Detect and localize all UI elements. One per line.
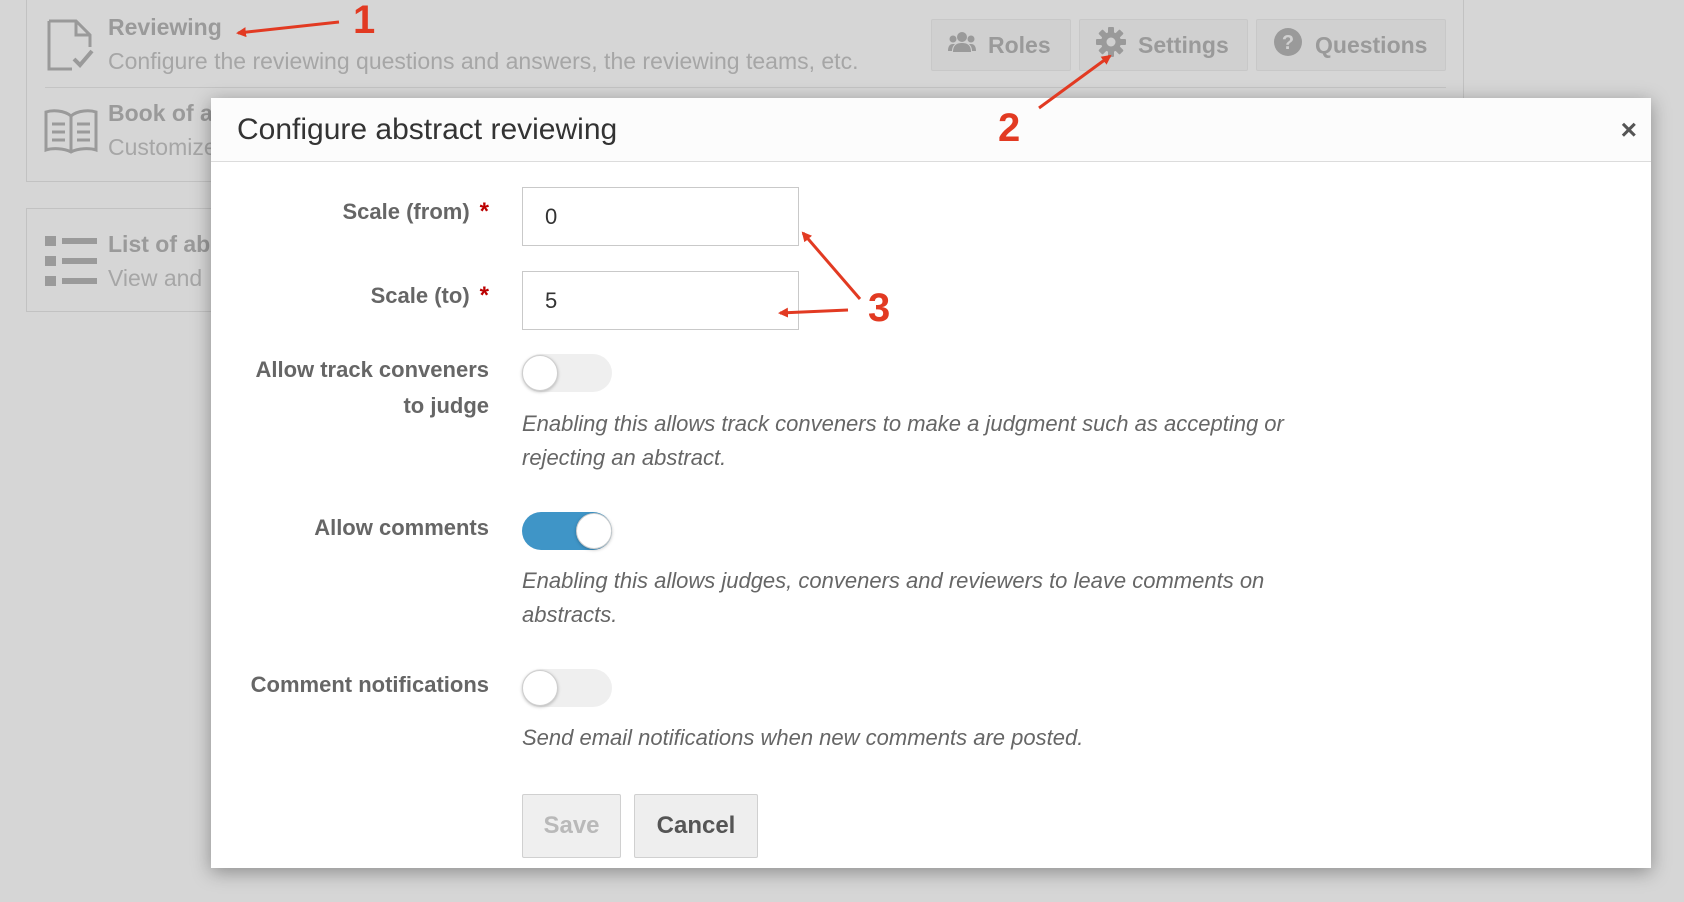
question-circle-icon: ?	[1273, 27, 1303, 63]
roles-label: Roles	[988, 31, 1051, 58]
questions-label: Questions	[1315, 31, 1428, 58]
roles-button[interactable]: Roles	[931, 19, 1071, 71]
required-marker: *	[479, 282, 489, 309]
comment-notifications-label: Comment notifications	[250, 672, 489, 697]
document-check-icon	[46, 19, 94, 76]
list-icon	[45, 236, 97, 291]
scale-to-label-text: Scale (to)	[370, 283, 470, 308]
reviewing-title[interactable]: Reviewing	[108, 14, 222, 41]
dialog-title: Configure abstract reviewing	[237, 113, 618, 146]
scale-from-input[interactable]	[522, 187, 799, 246]
annotation-label-1: 1	[353, 0, 376, 42]
abstract-list-title[interactable]: List of ab	[108, 231, 210, 258]
toggle-knob	[522, 355, 558, 391]
dialog-header: Configure abstract reviewing ×	[211, 98, 1651, 162]
allow-track-conveners-label: Allow track conveners to judge	[255, 352, 489, 424]
scale-from-label-text: Scale (from)	[342, 199, 470, 224]
book-of-abstracts-title[interactable]: Book of a	[108, 100, 213, 127]
annotation-label-3: 3	[868, 286, 891, 330]
allow-track-conveners-label-line1: Allow track conveners	[255, 357, 489, 382]
allow-comments-toggle[interactable]	[522, 512, 612, 550]
allow-track-conveners-help: Enabling this allows track conveners to …	[522, 411, 1284, 470]
comment-notifications-toggle[interactable]	[522, 669, 612, 707]
allow-track-conveners-toggle[interactable]	[522, 354, 612, 392]
svg-text:?: ?	[1282, 32, 1294, 54]
scale-to-label: Scale (to) *	[371, 278, 489, 314]
scale-from-label: Scale (from) *	[343, 194, 490, 230]
comment-notifications-help: Send email notifications when new commen…	[522, 725, 1084, 750]
save-button[interactable]: Save	[522, 794, 621, 858]
allow-comments-label: Allow comments	[314, 515, 489, 540]
cancel-button[interactable]: Cancel	[634, 794, 758, 858]
reviewing-description: Configure the reviewing questions and an…	[108, 48, 859, 74]
abstract-list-description: View and	[108, 265, 203, 291]
required-marker: *	[479, 198, 489, 225]
book-of-abstracts-description: Customize	[108, 134, 217, 160]
toggle-knob	[576, 513, 612, 549]
allow-comments-help: Enabling this allows judges, conveners a…	[522, 568, 1265, 627]
toggle-knob	[522, 670, 558, 706]
scale-to-input[interactable]	[522, 271, 799, 330]
configure-reviewing-dialog: Configure abstract reviewing × Scale (fr…	[211, 98, 1651, 868]
users-icon	[948, 31, 976, 59]
gear-icon	[1096, 27, 1126, 63]
questions-button[interactable]: ? Questions	[1256, 19, 1446, 71]
allow-track-conveners-label-line2: to judge	[403, 393, 489, 418]
close-icon[interactable]: ×	[1621, 116, 1637, 144]
settings-button[interactable]: Settings	[1079, 19, 1248, 71]
settings-label: Settings	[1138, 31, 1229, 58]
row-divider	[45, 87, 1446, 88]
book-icon	[44, 108, 98, 159]
annotation-label-2: 2	[998, 106, 1021, 150]
